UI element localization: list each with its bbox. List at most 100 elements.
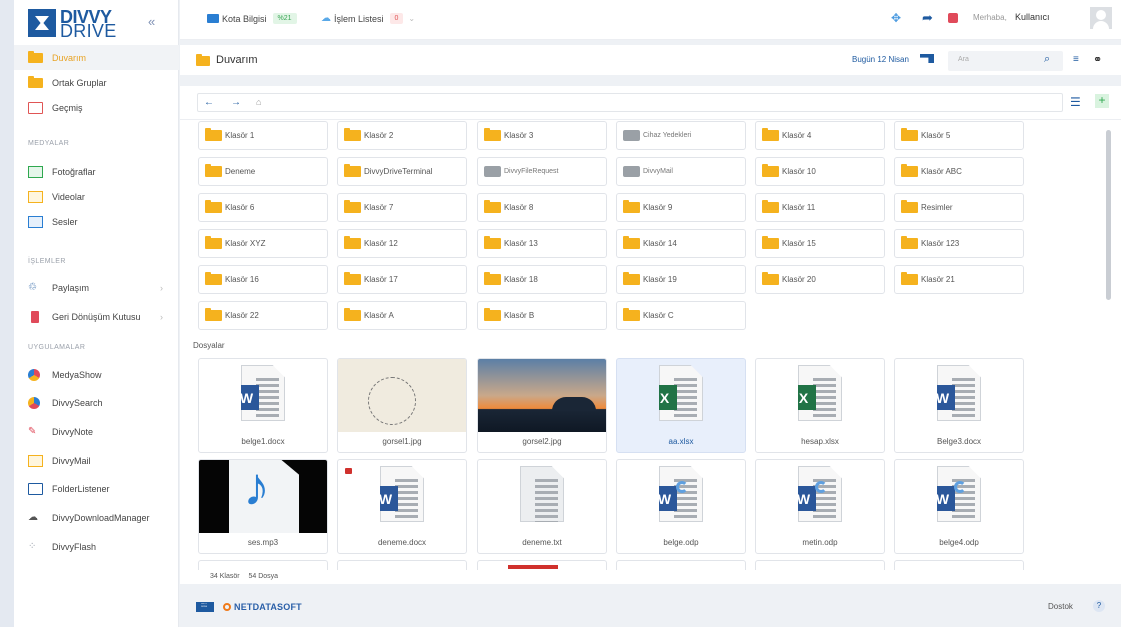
folder-tile[interactable]: Klasör XYZ <box>198 229 328 258</box>
search-box[interactable]: Ara ⌕ <box>948 51 1063 71</box>
add-new-icon[interactable]: + <box>1095 94 1109 108</box>
folder-tile[interactable]: Klasör 16 <box>198 265 328 294</box>
file-tile-partial[interactable] <box>894 560 1024 570</box>
folder-tile[interactable]: Klasör 14 <box>616 229 746 258</box>
quota-info[interactable]: Kota Bilgisi %21 <box>207 13 297 24</box>
folder-tile[interactable]: Klasör 4 <box>755 121 885 150</box>
sidebar-item-sesler[interactable]: Sesler <box>14 209 179 234</box>
sidebar-item-ortak-gruplar[interactable]: Ortak Gruplar <box>14 70 179 95</box>
folder-tile[interactable]: Cihaz Yedekleri <box>616 121 746 150</box>
file-tile[interactable]: Wbelge1.docx <box>198 358 328 453</box>
folder-tile[interactable]: Klasör 1 <box>198 121 328 150</box>
file-tile[interactable]: W Belge3.docx <box>894 358 1024 453</box>
file-tile-partial[interactable] <box>198 560 328 570</box>
vertical-scrollbar[interactable] <box>1106 130 1111 300</box>
help-icon[interactable]: ? <box>1093 600 1105 612</box>
notification-icon[interactable] <box>948 13 958 23</box>
folder-tile[interactable]: Klasör 20 <box>755 265 885 294</box>
share-arrow-icon[interactable]: ➦ <box>922 10 933 26</box>
folder-tile[interactable]: DivvyFileRequest <box>477 157 607 186</box>
file-tile-partial[interactable] <box>337 560 467 570</box>
folder-tile[interactable]: Klasör 22 <box>198 301 328 330</box>
folder-tile[interactable]: Klasör 9 <box>616 193 746 222</box>
folder-tile[interactable]: Klasör 18 <box>477 265 607 294</box>
user-name[interactable]: Kullanıcı <box>1015 12 1050 22</box>
sidebar-item-medyashow[interactable]: MedyaShow <box>14 362 179 387</box>
photo-icon <box>28 165 43 178</box>
folder-tile[interactable]: Klasör 13 <box>477 229 607 258</box>
folder-tile[interactable]: Klasör 8 <box>477 193 607 222</box>
file-tile[interactable]: Wbelge.odp <box>616 459 746 554</box>
file-tile[interactable]: ♪ ses.mp3 <box>198 459 328 554</box>
folder-name: Klasör B <box>504 311 535 320</box>
sidebar-item-divvynote[interactable]: ✎ DivvyNote <box>14 419 179 444</box>
sidebar-item-folderlistener[interactable]: FolderListener <box>14 477 179 502</box>
folder-tile[interactable]: Klasör 19 <box>616 265 746 294</box>
folder-tile[interactable]: Klasör 15 <box>755 229 885 258</box>
back-arrow-icon[interactable]: ← <box>204 97 214 108</box>
sidebar-item-payla-m[interactable]: ♲ Paylaşım › <box>14 275 179 300</box>
sidebar-item-videolar[interactable]: Videolar <box>14 184 179 209</box>
path-input[interactable]: ← → ⌂ <box>197 93 1063 112</box>
quota-label: Kota Bilgisi <box>222 13 267 24</box>
list-view-icon[interactable]: ☰ <box>1070 95 1081 109</box>
folder-name: Klasör A <box>364 311 394 320</box>
sidebar-item-duvar-m[interactable]: Duvarım <box>14 45 179 70</box>
sync-icon[interactable]: ✥ <box>891 11 901 25</box>
folder-tile[interactable]: Resimler <box>894 193 1024 222</box>
folder-name: Klasör C <box>643 311 674 320</box>
sidebar-item-ge-mi-[interactable]: Geçmiş <box>14 95 179 120</box>
folder-tile[interactable]: DivvyDriveTerminal <box>337 157 467 186</box>
sidebar-item-geri-d-n-m-kutusu[interactable]: Geri Dönüşüm Kutusu › <box>14 304 179 329</box>
file-tile-partial[interactable] <box>755 560 885 570</box>
folder-tile[interactable]: DivvyMail <box>616 157 746 186</box>
folder-tile[interactable]: Klasör 7 <box>337 193 467 222</box>
filter-icon[interactable]: ≡ <box>1073 54 1079 65</box>
home-icon[interactable]: ⌂ <box>256 97 261 107</box>
trash-icon <box>31 310 39 323</box>
binoculars-icon[interactable]: ⚭ <box>1093 53 1102 66</box>
folder-icon <box>205 200 222 213</box>
folder-tile[interactable]: Klasör A <box>337 301 467 330</box>
file-tile[interactable]: gorsel1.jpg <box>337 358 467 453</box>
folder-tile[interactable]: Klasör 11 <box>755 193 885 222</box>
folder-tile[interactable]: Klasör 21 <box>894 265 1024 294</box>
file-tile-partial[interactable] <box>477 560 607 570</box>
sidebar-item-divvymail[interactable]: DivvyMail <box>14 448 179 473</box>
folder-tile[interactable]: Deneme <box>198 157 328 186</box>
folder-tile[interactable]: Klasör B <box>477 301 607 330</box>
folder-tile[interactable]: Klasör C <box>616 301 746 330</box>
sidebar-item-divvydownloadmanager[interactable]: ☁ DivvyDownloadManager <box>14 506 179 531</box>
file-tile[interactable]: Wmetin.odp <box>755 459 885 554</box>
collapse-sidebar-icon[interactable]: « <box>148 14 155 29</box>
file-tile-partial[interactable] <box>616 560 746 570</box>
folder-tile[interactable]: Klasör 10 <box>755 157 885 186</box>
sidebar-item-divvysearch[interactable]: DivvySearch <box>14 391 179 416</box>
folder-tile[interactable]: Klasör 123 <box>894 229 1024 258</box>
folder-tile[interactable]: Klasör 17 <box>337 265 467 294</box>
file-tile[interactable]: Wbelge4.odp <box>894 459 1024 554</box>
document-icon: W <box>241 365 285 421</box>
folder-tile[interactable]: Klasör 6 <box>198 193 328 222</box>
folder-tile[interactable]: Klasör 12 <box>337 229 467 258</box>
folder-tile[interactable]: Klasör 3 <box>477 121 607 150</box>
divvydrive-logo[interactable]: DIVVY DRIVE <box>28 7 138 41</box>
task-list[interactable]: ☁ İşlem Listesi 0 ⌄ <box>321 13 415 24</box>
avatar[interactable] <box>1090 7 1112 29</box>
file-tile[interactable]: deneme.txt <box>477 459 607 554</box>
sidebar-item-divvyflash[interactable]: ⁘ DivvyFlash <box>14 534 179 559</box>
calendar-icon[interactable] <box>920 54 934 63</box>
sidebar-item-label: Videolar <box>52 191 85 202</box>
folder-tile[interactable]: Klasör ABC <box>894 157 1024 186</box>
language-selector[interactable]: Dostok <box>1048 602 1073 611</box>
file-tile[interactable]: Xaa.xlsx <box>616 358 746 453</box>
sidebar-item-foto-raflar[interactable]: Fotoğraflar <box>14 159 179 184</box>
forward-arrow-icon[interactable]: → <box>231 97 241 108</box>
folder-tile[interactable]: Klasör 5 <box>894 121 1024 150</box>
file-tile[interactable]: Wdeneme.docx <box>337 459 467 554</box>
file-tile[interactable]: gorsel2.jpg <box>477 358 607 453</box>
folder-tile[interactable]: Klasör 2 <box>337 121 467 150</box>
file-tile[interactable]: Xhesap.xlsx <box>755 358 885 453</box>
left-edge-strip <box>0 0 14 627</box>
search-icon[interactable]: ⌕ <box>1044 53 1050 66</box>
